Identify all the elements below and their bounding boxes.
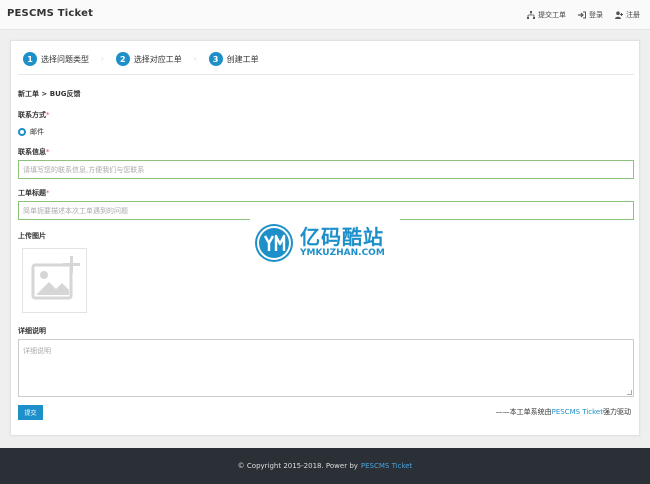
step-2-label: 选择对应工单	[133, 54, 182, 64]
step-separator: ›	[193, 55, 197, 63]
resize-handle[interactable]	[627, 390, 632, 395]
watermark-logo	[255, 223, 293, 262]
nav-submit-ticket[interactable]: 提交工单	[527, 10, 566, 20]
required-mark: *	[46, 189, 50, 197]
contact-method-label: 联系方式*	[18, 110, 50, 120]
detail-textarea[interactable]: 详细说明	[18, 339, 634, 397]
title-label: 工单标题*	[18, 188, 50, 198]
step-1-label: 选择问题类型	[41, 54, 89, 64]
step-3: 3 创建工单	[208, 52, 259, 66]
watermark-title: 亿码酷站	[300, 225, 384, 249]
ym-logo-icon	[257, 225, 291, 260]
required-mark: *	[46, 111, 50, 119]
step-1: 1 选择问题类型	[23, 52, 89, 66]
step-3-number: 3	[208, 52, 223, 66]
contact-info-label-text: 联系信息	[18, 148, 46, 156]
top-navbar: PESCMS Ticket 提交工单 登录 注册	[0, 0, 650, 30]
title-label-text: 工单标题	[18, 189, 46, 197]
nav-register[interactable]: 注册	[615, 10, 640, 20]
step-indicator: 1 选择问题类型 › 2 选择对应工单 › 3 创建工单	[23, 52, 259, 66]
nav-login-label: 登录	[589, 11, 603, 19]
footer-copyright: © Copyright 2015-2018. Power by	[237, 462, 358, 470]
watermark: 亿码酷站 YMKUZHAN.COM	[250, 215, 400, 270]
powered-by: ——本工单系统由PESCMS Ticket强力驱动	[496, 407, 631, 417]
breadcrumb: 新工单 > BUG反馈	[18, 90, 81, 98]
upload-label: 上传图片	[18, 232, 46, 240]
footer-link[interactable]: PESCMS Ticket	[361, 462, 412, 470]
powered-link[interactable]: PESCMS Ticket	[552, 408, 603, 416]
detail-label: 详细说明	[18, 327, 46, 335]
submit-button[interactable]: 提交	[18, 405, 43, 420]
watermark-url: YMKUZHAN.COM	[300, 248, 385, 258]
step-3-label: 创建工单	[226, 54, 259, 64]
contact-method-radio-email[interactable]: 邮件	[18, 127, 44, 137]
divider	[18, 74, 634, 75]
nav-login[interactable]: 登录	[578, 10, 603, 20]
nav-register-label: 注册	[626, 11, 640, 19]
footer: © Copyright 2015-2018. Power by PESCMS T…	[0, 448, 650, 484]
contact-info-label: 联系信息*	[18, 147, 50, 157]
sign-in-icon	[578, 11, 586, 19]
image-upload-box[interactable]	[22, 248, 87, 313]
sitemap-icon	[527, 11, 535, 19]
nav-submit-ticket-label: 提交工单	[538, 11, 566, 19]
contact-info-input[interactable]: 请填写您的联系信息,方便我们与您联系	[18, 160, 634, 179]
step-separator: ›	[101, 55, 104, 63]
top-nav: 提交工单 登录 注册	[527, 10, 640, 20]
watermark-text: 亿码酷站 YMKUZHAN.COM	[300, 226, 385, 259]
powered-suffix: 强力驱动	[603, 408, 631, 416]
required-mark: *	[46, 148, 50, 156]
radio-label: 邮件	[30, 128, 44, 136]
step-2-number: 2	[115, 52, 130, 66]
user-plus-icon	[615, 11, 623, 19]
step-2: 2 选择对应工单	[115, 52, 182, 66]
add-image-icon	[31, 256, 80, 300]
step-1-number: 1	[23, 52, 37, 66]
brand-title[interactable]: PESCMS Ticket	[7, 8, 93, 19]
radio-button[interactable]	[18, 128, 26, 136]
powered-prefix: ——本工单系统由	[495, 408, 552, 416]
contact-method-label-text: 联系方式	[18, 111, 46, 119]
